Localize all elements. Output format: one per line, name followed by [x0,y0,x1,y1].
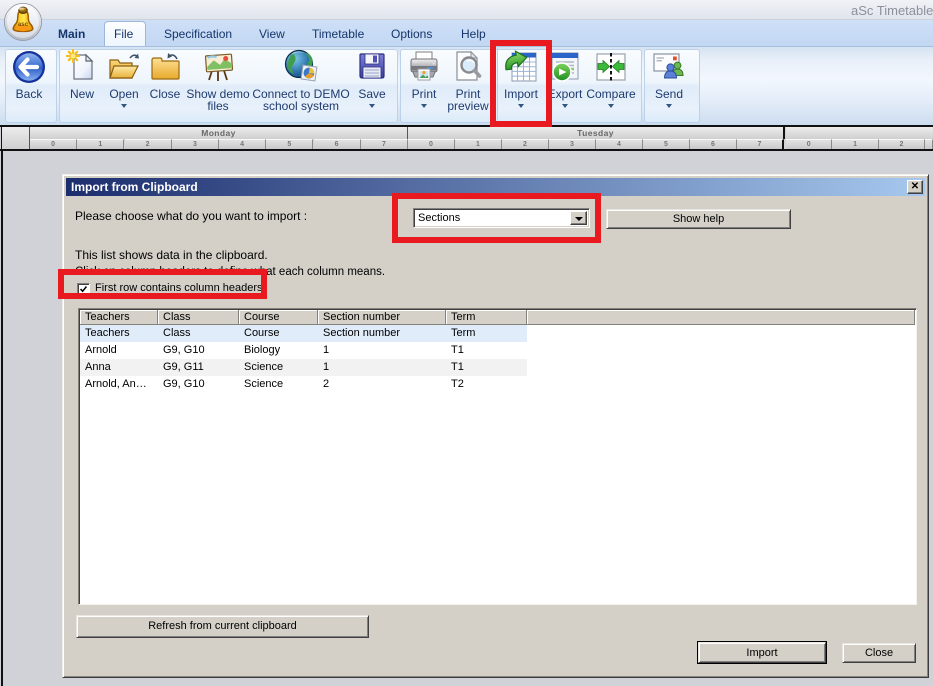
svg-text:asc: asc [18,21,29,28]
